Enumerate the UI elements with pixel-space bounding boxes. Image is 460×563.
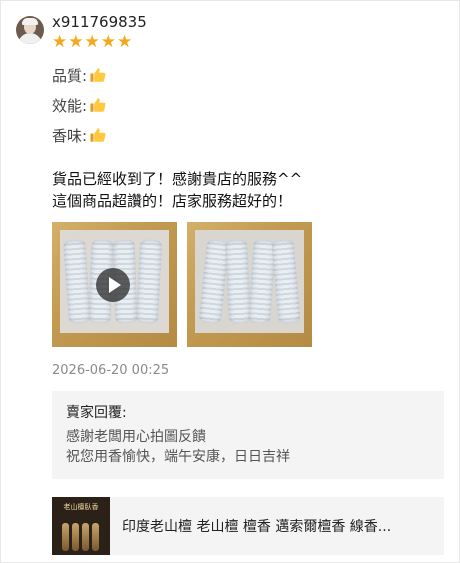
- product-thumbnail[interactable]: 老山檀臥香: [52, 497, 110, 555]
- star-icon: ★: [84, 32, 100, 52]
- play-icon[interactable]: [96, 268, 130, 302]
- rating-label: 品質:: [52, 66, 88, 85]
- star-icon: ★: [68, 32, 84, 52]
- seller-reply-title: 賣家回覆:: [66, 405, 127, 421]
- attribute-ratings: 品質: 效能: 香味:: [52, 60, 107, 150]
- star-icon: ★: [117, 32, 133, 52]
- product-title[interactable]: 印度老山檀 老山檀 檀香 邁索爾檀香 線香...: [122, 516, 432, 536]
- thumbs-up-icon: [90, 128, 106, 142]
- review-text: 貨品已經收到了！感謝貴店的服務^^ 這個商品超讚的！店家服務超好的！: [52, 170, 303, 210]
- review-media: [52, 222, 312, 347]
- username: x911769835: [52, 13, 147, 31]
- thumbs-up-icon: [90, 68, 106, 82]
- review-video-thumbnail[interactable]: [52, 222, 177, 347]
- seller-reply-text: 感謝老闆用心拍圖反饋 祝您用香愉快，端午安康，日日吉祥: [66, 429, 290, 465]
- seller-reply: 賣家回覆: 感謝老闆用心拍圖反饋 祝您用香愉快，端午安康，日日吉祥: [52, 391, 444, 479]
- star-icon: ★: [52, 32, 68, 52]
- star-rating: ★ ★ ★ ★ ★: [52, 33, 147, 51]
- product-thumbnail-text: 老山檀臥香: [63, 503, 99, 511]
- rating-label: 香味:: [52, 126, 88, 145]
- rating-quality: 品質:: [52, 60, 107, 90]
- reviewer-header: x911769835 ★ ★ ★ ★ ★: [16, 12, 147, 51]
- rating-label: 效能:: [52, 96, 88, 115]
- product-card[interactable]: 老山檀臥香 印度老山檀 老山檀 檀香 邁索爾檀香 線香...: [52, 497, 444, 555]
- avatar[interactable]: [16, 16, 44, 44]
- review-photo[interactable]: [187, 222, 312, 347]
- star-icon: ★: [100, 32, 116, 52]
- thumbs-up-icon: [90, 98, 106, 112]
- rating-efficacy: 效能:: [52, 90, 107, 120]
- rating-fragrance: 香味:: [52, 120, 107, 150]
- review-timestamp: 2026-06-20 00:25: [52, 363, 170, 378]
